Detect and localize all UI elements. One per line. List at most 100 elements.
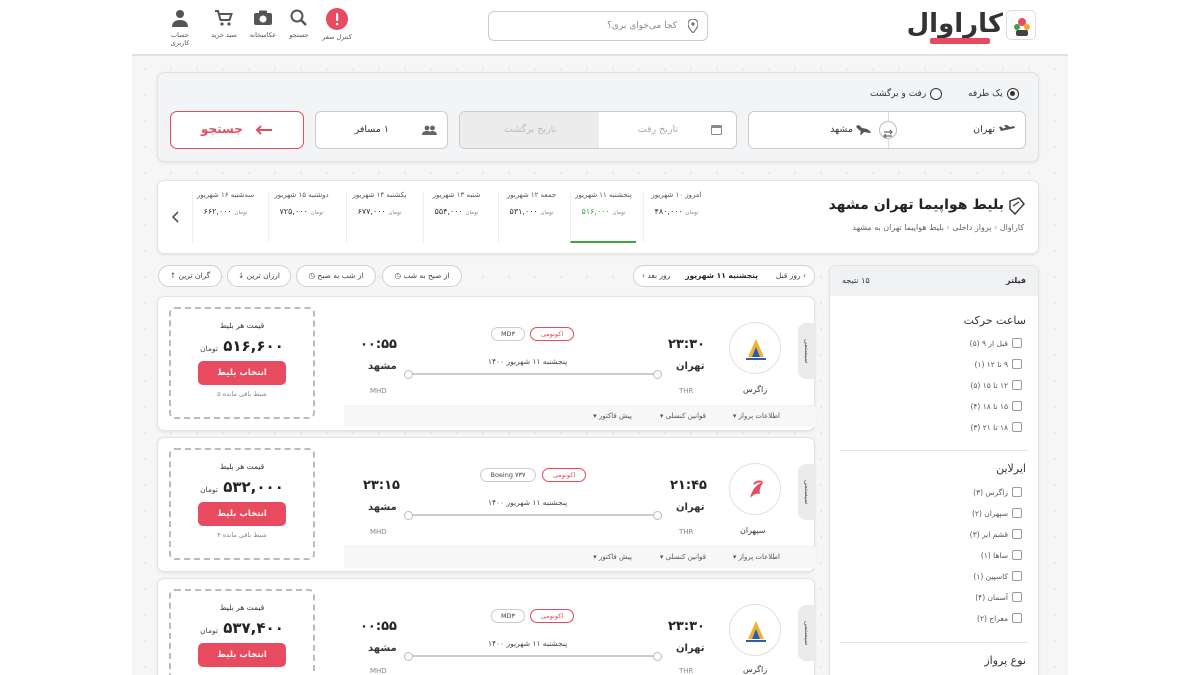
airline-option-label: ساها (۱) [980,550,1008,560]
sort-cheapest[interactable]: ارزان ترین ↓ [227,265,291,287]
return-date-placeholder: تاریخ برگشت [504,124,557,135]
logo-icon[interactable] [1006,10,1036,40]
sort-morning-to-night[interactable]: از صبح به شب ◷ [382,265,462,287]
airline-option-label: قشم ایر (۳) [969,529,1008,539]
airline-option[interactable]: کاسپین (۱) [973,569,1022,583]
flight-date: پنجشنبه ۱۱ شهریور ۱۴۰۰ [488,357,568,366]
next-day-button[interactable]: روز بعد ‹ [642,266,670,286]
select-ticket-button[interactable]: انتخاب بلیط [198,502,286,526]
checkbox-icon [1012,338,1022,348]
day-unit: تومان [388,210,402,216]
prev-day-button[interactable]: › روز قبل [776,266,806,286]
departure-code: THR [679,528,694,536]
filter-option-label: ۱۵ تا ۱۸ (۴) [970,401,1008,411]
cart-icon [215,10,233,26]
day-price-today[interactable]: امروز ۱۰ شهریور ۴۸۰,۰۰۰ تومان [643,191,709,243]
departure-code: THR [679,387,694,395]
departure-city: تهران [676,361,705,372]
price-box: قیمت هر بلیط ۵۳۲,۰۰۰ تومان انتخاب بلیط ۴… [169,448,315,560]
day-label: شنبه ۱۳ شهریور [432,191,481,199]
nav-photo-studio[interactable]: عکاسخانه [246,8,280,48]
nav-label: عکاسخانه [249,31,277,39]
filter-option[interactable]: ۱۲ تا ۱۵ (۵) [970,378,1022,392]
arrow-left-icon [255,124,273,135]
airline-option[interactable]: معراج (۲) [977,611,1022,625]
destination-search-input[interactable]: کجا می‌خوای بری؟ [488,11,708,41]
plane-landing-icon [856,125,871,135]
airline-option[interactable]: زاگرس (۳) [973,485,1022,499]
filter-option[interactable]: قبل از ۹ (۵) [970,336,1022,350]
logo-text[interactable]: کاراوال [903,6,1003,42]
select-ticket-button[interactable]: انتخاب بلیط [198,643,286,667]
flight-info-link[interactable]: اطلاعات پرواز ▾ [733,406,780,426]
flight-timeline [404,370,662,379]
airline-option[interactable]: قشم ایر (۳) [970,527,1022,541]
day-price-selected[interactable]: پنجشنبه ۱۱ شهریور ۵۱۶,۰۰۰ تومان [570,191,636,243]
filter-option-label: ۱۸ تا ۲۱ (۳) [970,422,1008,432]
cancel-rules-link[interactable]: قوانین کنسلی ▾ [660,547,706,567]
day-price-item[interactable]: یکشنبه ۱۴ شهریور ۶۷۷,۰۰۰ تومان [346,191,412,243]
filter-option[interactable]: ۱۵ تا ۱۸ (۴) [970,399,1022,413]
filter-option-label: قبل از ۹ (۵) [969,338,1008,348]
chevron-left-icon: ‹ [642,271,645,280]
breadcrumb-home[interactable]: کاراوال [1000,223,1024,232]
arrival-time: ۰۰:۵۵ [360,337,397,352]
day-price-item[interactable]: شنبه ۱۳ شهریور ۵۵۴,۰۰۰ تومان [423,191,489,243]
route-card: بلیط هواپیما تهران مشهد کاراوال › پرواز … [157,180,1039,254]
departure-time: ۲۳:۳۰ [668,619,705,634]
clock-icon: ◷ [394,271,402,280]
user-icon [172,10,188,27]
cabin-type: سیستمی [798,464,816,520]
route-field[interactable]: تهران مشهد [748,111,1026,149]
day-price-item[interactable]: جمعه ۱۲ شهریور ۵۳۱,۰۰۰ تومان [498,191,564,243]
nav-search[interactable]: جستجو [282,8,316,48]
origin-value[interactable]: تهران [973,112,995,148]
sort-night-to-morning[interactable]: از شب به صبح ◷ [296,265,376,287]
next-day-label: روز بعد [647,271,671,280]
invoice-link[interactable]: پیش فاکتور ▾ [593,547,632,567]
passengers-field[interactable]: ۱ مسافر [315,111,448,149]
breadcrumb-current: بلیط هواپیما تهران به مشهد [852,223,944,232]
day-price-item[interactable]: دوشنبه ۱۵ شهریور ۷۲۵,۰۰۰ تومان [268,191,334,243]
nav-cart[interactable]: سبد خرید [207,8,241,48]
nav-trip-control[interactable]: کنترل سفر [320,8,354,48]
cancel-rules-link[interactable]: قوانین کنسلی ▾ [660,406,706,426]
search-button[interactable]: جستجو [170,111,304,149]
flight-card: قیمت هر بلیط ۵۳۷,۴۰۰ تومان انتخاب بلیط ۰… [157,578,816,675]
destination-search-placeholder: کجا می‌خوای بری؟ [607,21,677,31]
select-ticket-button[interactable]: انتخاب بلیط [198,361,286,385]
depart-date-input[interactable]: تاریخ رفت [638,112,678,148]
day-unit: تومان [234,210,248,216]
invoice-link[interactable]: پیش فاکتور ▾ [593,406,632,426]
sort-label: ارزان ترین [246,271,280,280]
nav-label: سبد خرید [211,31,237,39]
airline-option[interactable]: آسمان (۴) [975,590,1022,604]
departure-time: ۲۳:۳۰ [668,337,705,352]
filter-option[interactable]: ۱۸ تا ۲۱ (۳) [970,420,1022,434]
sort-most-expensive[interactable]: گران ترین ↑ [158,265,222,287]
day-price: ۶۷۷,۰۰۰ [357,207,386,216]
round-trip-radio[interactable]: رفت و برگشت [870,86,943,102]
day-price: ۷۲۵,۰۰۰ [279,207,308,216]
nav-account[interactable]: حساب کاربری [163,8,197,48]
swap-icon[interactable] [879,121,897,139]
one-way-radio[interactable]: یک طرفه [968,86,1019,102]
airline-option[interactable]: سپهران (۲) [972,506,1022,520]
link-label: قوانین کنسلی [665,412,706,420]
chevron-left-icon[interactable] [172,211,180,223]
breadcrumb-domestic[interactable]: پرواز داخلی [952,223,991,232]
passengers-icon [422,125,437,135]
day-price-item[interactable]: سه‌شنبه ۱۶ شهریور ۶۶۲,۰۰۰ تومان [192,191,258,243]
round-trip-label: رفت و برگشت [870,89,927,99]
location-pin-icon [688,19,698,33]
flight-timeline [404,511,662,520]
filter-option[interactable]: ۹ تا ۱۲ (۱) [974,357,1022,371]
one-way-label: یک طرفه [968,89,1003,99]
radio-selected-icon [1006,88,1019,100]
sort-label: از شب به صبح [317,271,364,280]
flight-info-link[interactable]: اطلاعات پرواز ▾ [733,547,780,567]
price-label: قیمت هر بلیط [219,462,265,471]
checkbox-icon [1012,592,1022,602]
destination-value[interactable]: مشهد [830,112,853,148]
airline-option[interactable]: ساها (۱) [981,548,1022,562]
